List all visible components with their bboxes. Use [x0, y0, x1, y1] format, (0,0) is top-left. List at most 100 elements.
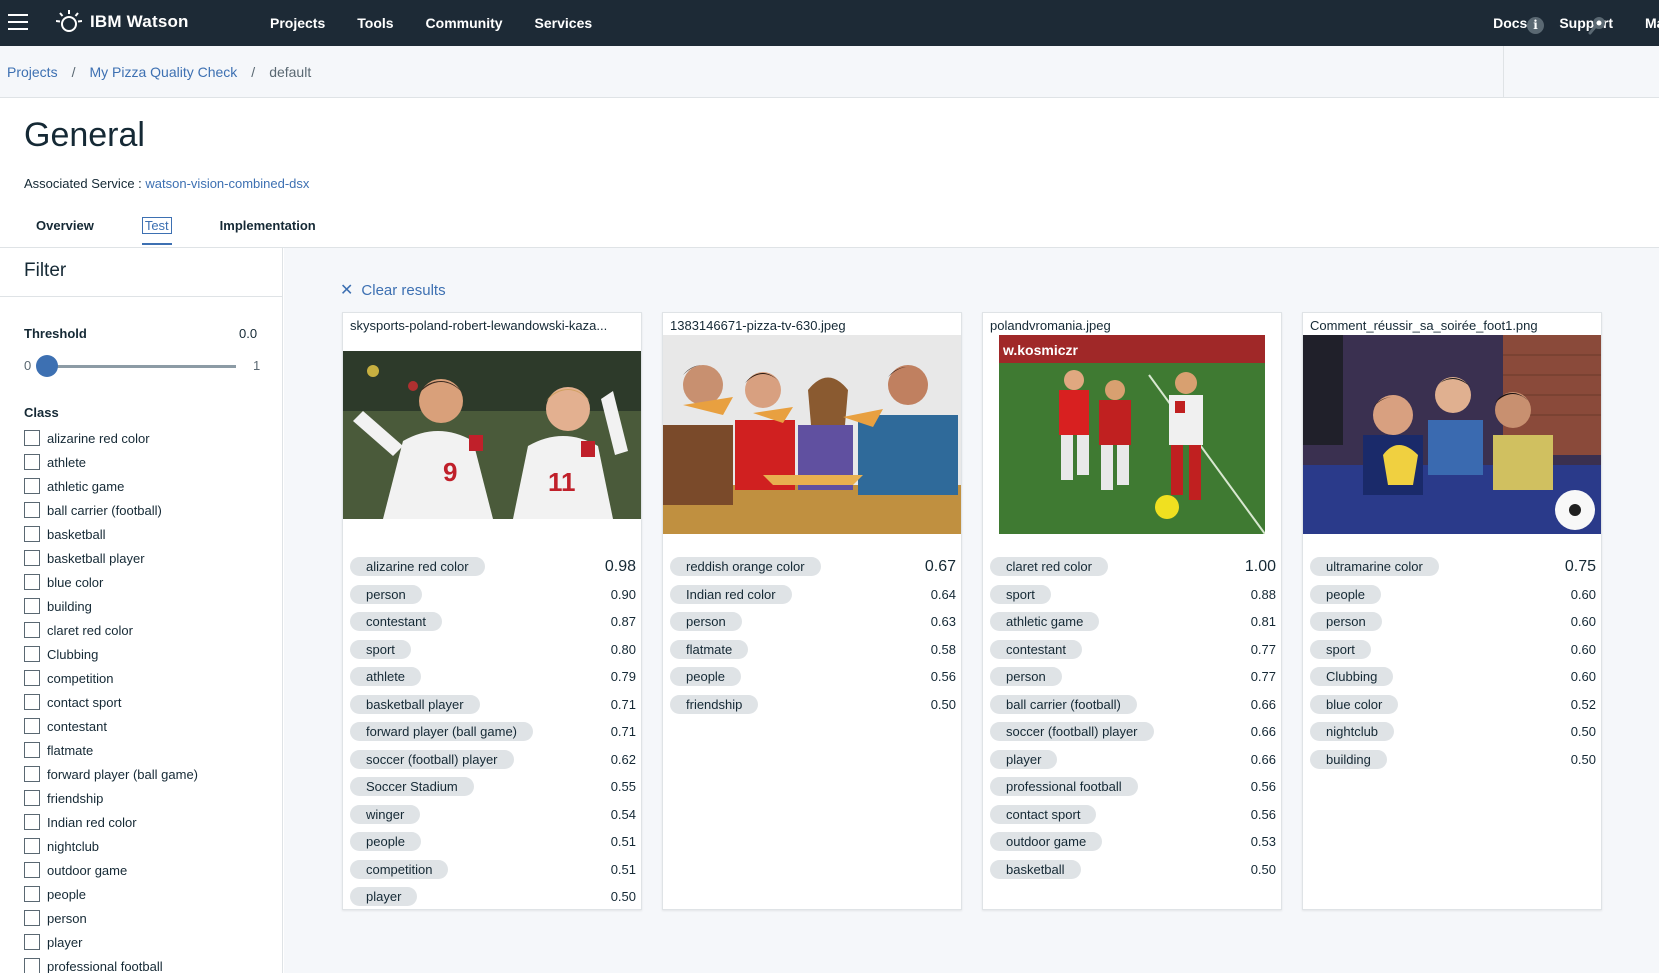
class-filter-item[interactable]: friendship [24, 786, 198, 810]
class-filter-item[interactable]: ball carrier (football) [24, 498, 198, 522]
class-filter-item[interactable]: competition [24, 666, 198, 690]
class-checkbox[interactable] [24, 574, 40, 590]
class-tag[interactable]: competition [350, 859, 449, 879]
class-filter-item[interactable]: blue color [24, 570, 198, 594]
class-filter-item[interactable]: building [24, 594, 198, 618]
settings-wrench-icon[interactable] [1588, 15, 1608, 35]
class-tag[interactable]: ball carrier (football) [990, 694, 1137, 714]
class-tag[interactable]: person [990, 667, 1062, 687]
class-tag[interactable]: contact sport [990, 804, 1097, 824]
class-tag[interactable]: athlete [350, 667, 422, 687]
class-tag[interactable]: contestant [350, 612, 442, 632]
class-filter-item[interactable]: contestant [24, 714, 198, 738]
class-tag[interactable]: Clubbing [1310, 667, 1394, 687]
class-tag[interactable]: outdoor game [990, 832, 1103, 852]
class-filter-item[interactable]: Clubbing [24, 642, 198, 666]
class-checkbox[interactable] [24, 478, 40, 494]
nav-manage[interactable]: Ma [1645, 15, 1659, 31]
class-tag[interactable]: Soccer Stadium [350, 777, 474, 797]
class-filter-item[interactable]: flatmate [24, 738, 198, 762]
tab-overview[interactable]: Overview [36, 218, 94, 245]
class-filter-item[interactable]: forward player (ball game) [24, 762, 198, 786]
class-filter-item[interactable]: professional football [24, 954, 198, 973]
class-tag[interactable]: soccer (football) player [990, 722, 1154, 742]
class-filter-item[interactable]: outdoor game [24, 858, 198, 882]
class-tag[interactable]: reddish orange color [670, 557, 821, 577]
class-tag[interactable]: claret red color [990, 557, 1108, 577]
class-checkbox[interactable] [24, 598, 40, 614]
class-checkbox[interactable] [24, 622, 40, 638]
class-tag[interactable]: ultramarine color [1310, 557, 1439, 577]
class-checkbox[interactable] [24, 454, 40, 470]
class-tag[interactable]: forward player (ball game) [350, 722, 534, 742]
class-checkbox[interactable] [24, 886, 40, 902]
class-checkbox[interactable] [24, 958, 40, 973]
class-tag[interactable]: sport [350, 639, 411, 659]
breadcrumb-projects[interactable]: Projects [7, 64, 58, 80]
nav-services[interactable]: Services [535, 15, 593, 31]
class-tag[interactable]: person [350, 584, 422, 604]
class-checkbox[interactable] [24, 934, 40, 950]
associated-service-link[interactable]: watson-vision-combined-dsx [145, 176, 309, 191]
class-checkbox[interactable] [24, 718, 40, 734]
class-tag[interactable]: person [1310, 612, 1382, 632]
class-filter-item[interactable]: contact sport [24, 690, 198, 714]
class-tag[interactable]: people [670, 667, 742, 687]
class-filter-item[interactable]: basketball player [24, 546, 198, 570]
class-checkbox[interactable] [24, 790, 40, 806]
nav-community[interactable]: Community [426, 15, 503, 31]
class-checkbox[interactable] [24, 550, 40, 566]
class-tag[interactable]: blue color [1310, 694, 1399, 714]
class-filter-item[interactable]: basketball [24, 522, 198, 546]
brand[interactable]: IBM Watson [56, 9, 189, 35]
class-tag[interactable]: Indian red color [670, 584, 792, 604]
class-tag[interactable]: people [1310, 584, 1382, 604]
info-icon[interactable]: i [1527, 17, 1544, 34]
class-checkbox[interactable] [24, 742, 40, 758]
class-checkbox[interactable] [24, 646, 40, 662]
class-filter-item[interactable]: athlete [24, 450, 198, 474]
menu-icon[interactable] [8, 14, 28, 30]
nav-tools[interactable]: Tools [357, 15, 393, 31]
class-tag[interactable]: alizarine red color [350, 557, 485, 577]
clear-results-button[interactable]: ✕ Clear results [340, 280, 446, 300]
class-tag[interactable]: sport [1310, 639, 1371, 659]
class-tag[interactable]: basketball player [350, 694, 480, 714]
class-checkbox[interactable] [24, 670, 40, 686]
class-checkbox[interactable] [24, 766, 40, 782]
class-checkbox[interactable] [24, 814, 40, 830]
class-checkbox[interactable] [24, 502, 40, 518]
class-checkbox[interactable] [24, 910, 40, 926]
class-tag[interactable]: basketball [990, 859, 1081, 879]
class-tag[interactable]: player [990, 749, 1058, 769]
class-tag[interactable]: athletic game [990, 612, 1100, 632]
class-tag[interactable]: nightclub [1310, 722, 1395, 742]
class-filter-item[interactable]: alizarine red color [24, 426, 198, 450]
class-tag[interactable]: friendship [670, 694, 759, 714]
class-checkbox[interactable] [24, 862, 40, 878]
class-filter-item[interactable]: people [24, 882, 198, 906]
tab-test[interactable]: Test [141, 217, 172, 245]
class-tag[interactable]: people [350, 832, 422, 852]
class-filter-item[interactable]: Indian red color [24, 810, 198, 834]
class-filter-item[interactable]: claret red color [24, 618, 198, 642]
class-tag[interactable]: winger [350, 804, 421, 824]
breadcrumb-project[interactable]: My Pizza Quality Check [89, 64, 237, 80]
class-checkbox[interactable] [24, 430, 40, 446]
class-tag[interactable]: contestant [990, 639, 1082, 659]
class-tag[interactable]: soccer (football) player [350, 749, 514, 769]
class-checkbox[interactable] [24, 694, 40, 710]
nav-docs[interactable]: Docs [1493, 15, 1527, 31]
class-filter-item[interactable]: nightclub [24, 834, 198, 858]
class-tag[interactable]: person [670, 612, 742, 632]
nav-projects[interactable]: Projects [270, 15, 325, 31]
threshold-slider-track[interactable] [40, 365, 236, 368]
class-checkbox[interactable] [24, 838, 40, 854]
class-checkbox[interactable] [24, 526, 40, 542]
tab-implementation[interactable]: Implementation [220, 218, 316, 245]
class-tag[interactable]: player [350, 887, 418, 907]
class-tag[interactable]: flatmate [670, 639, 749, 659]
threshold-slider-handle[interactable] [36, 355, 58, 377]
class-tag[interactable]: professional football [990, 777, 1138, 797]
class-tag[interactable]: sport [990, 584, 1051, 604]
